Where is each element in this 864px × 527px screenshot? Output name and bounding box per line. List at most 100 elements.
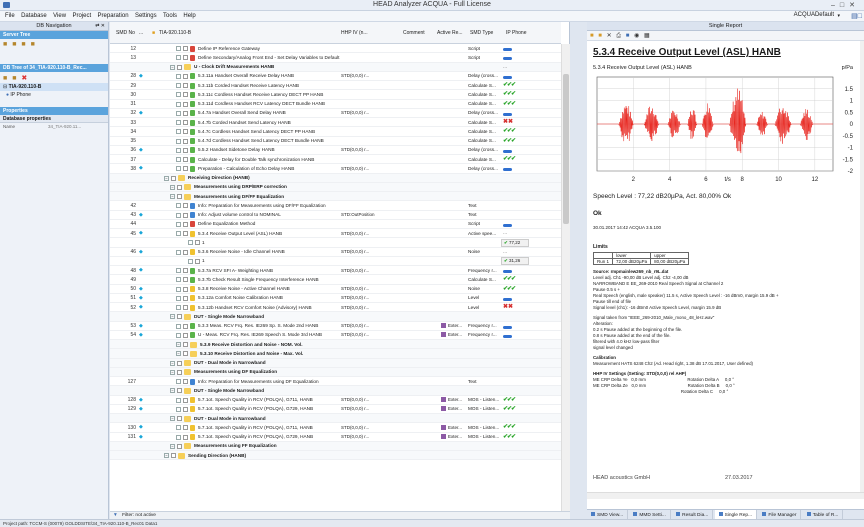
- table-row[interactable]: 12 Define IP Reference Gateway Script: [110, 44, 561, 54]
- table-row[interactable]: 52 ◆ 5.3.12b Handset RCV Comfort Noise (Ad…: [110, 303, 561, 313]
- chevron-down-icon[interactable]: ▾: [837, 13, 840, 19]
- row-checkbox[interactable]: [183, 434, 188, 440]
- row-name[interactable]: Info: Preparation for Measurements using…: [198, 203, 326, 208]
- profile-select[interactable]: ACQUADefault: [794, 12, 834, 18]
- row-name[interactable]: Calculate - Delay for Double Talk synchr…: [198, 157, 314, 162]
- expand-toggle-icon[interactable]: −: [176, 342, 181, 347]
- tree-child-node[interactable]: ● IP Phone: [0, 91, 108, 99]
- folder-icon[interactable]: ■: [3, 41, 7, 48]
- row-checkbox[interactable]: [183, 129, 188, 135]
- tab-file-manager[interactable]: File Manager: [758, 510, 802, 519]
- row-checkbox[interactable]: [195, 258, 200, 264]
- table-row[interactable]: 32 ◆ 5.4.7a Handset Overall Send Delay HAN…: [110, 109, 561, 118]
- table-row[interactable]: 129 ◆ 5.7.1ot. Speech Quality in RCV (POLQ…: [110, 405, 561, 414]
- table-row[interactable]: 34 5.4.7c Cordless Handset Send Latency D…: [110, 127, 561, 137]
- row-checkbox[interactable]: [177, 194, 182, 199]
- ip-phone-value[interactable]: ✔ 77,22: [501, 238, 529, 247]
- filter-icon[interactable]: ▼: [113, 513, 118, 518]
- row-checkbox[interactable]: [183, 221, 188, 227]
- expand-icon[interactable]: ⊟: [3, 84, 7, 90]
- row-checkbox[interactable]: [177, 184, 182, 190]
- row-checkbox[interactable]: [183, 342, 188, 347]
- row-name[interactable]: Receiving Direction (HANB): [188, 175, 250, 180]
- tab-table-of-results[interactable]: Table of R...: [803, 510, 844, 519]
- row-checkbox[interactable]: [177, 314, 182, 320]
- row-name[interactable]: 5.7.1ot. Speech Quality in RCV (POLQA), …: [198, 406, 313, 411]
- save-icon[interactable]: ■: [12, 75, 16, 82]
- menu-help[interactable]: Help: [178, 11, 195, 19]
- menu-database[interactable]: Database: [16, 11, 47, 19]
- row-checkbox[interactable]: [183, 212, 188, 218]
- row-checkbox[interactable]: [177, 64, 182, 70]
- row-checkbox[interactable]: [183, 425, 188, 431]
- table-row[interactable]: 43 ◆ Info: Adjust volume control to NOMINA…: [110, 211, 561, 220]
- row-name[interactable]: 5.3.7a RCV SFI A- Weighting HANB: [198, 268, 273, 273]
- col-smd-no[interactable]: SMD No: [116, 30, 135, 36]
- col-smd-type[interactable]: SMD Type: [470, 30, 493, 36]
- row-name[interactable]: 5.3.12b Handset RCV Comfort Noise (Advis…: [198, 305, 312, 310]
- database-icon[interactable]: ■: [12, 41, 16, 48]
- table-row[interactable]: 53 ◆ 5.3.3 Meas. RCV Frq. Res. IE269 Sp. S…: [110, 322, 561, 331]
- table-row[interactable]: 33 5.4.7b Corded Handset Send Latency HAN…: [110, 118, 561, 128]
- table-row[interactable]: 30 5.3.11c Cordless Handset Receive Laten…: [110, 90, 561, 100]
- menu-settings[interactable]: Settings: [130, 11, 157, 19]
- col-dots[interactable]: ...: [139, 30, 143, 36]
- grid-scrollbar-thumb[interactable]: [563, 74, 569, 224]
- close-report-icon[interactable]: ✕: [607, 33, 612, 39]
- save-report-icon[interactable]: ■: [598, 33, 602, 39]
- table-row[interactable]: 1 ✔ 77,22: [110, 238, 561, 248]
- row-checkbox[interactable]: [183, 305, 188, 310]
- row-checkbox[interactable]: [195, 240, 200, 246]
- row-checkbox[interactable]: [171, 175, 176, 181]
- db-tree-header[interactable]: DB Tree of 34_TIA-920.110-B_Rec...: [0, 64, 108, 72]
- table-row[interactable]: − DUT - Dual Mode in Narrowband: [110, 358, 561, 368]
- row-name[interactable]: 5.3.6 Receive Noise - Idle Channel HANB: [198, 249, 285, 254]
- row-name[interactable]: DUT - Single Mode Narrowband: [194, 388, 264, 393]
- row-name[interactable]: Sending Direction (HANB): [188, 453, 246, 458]
- row-checkbox[interactable]: [183, 332, 188, 338]
- table-row[interactable]: 46 ◆ 5.3.6 Receive Noise - Idle Channel HA…: [110, 248, 561, 257]
- row-checkbox[interactable]: [183, 110, 188, 116]
- expand-toggle-icon[interactable]: −: [170, 416, 175, 421]
- row-checkbox[interactable]: [183, 46, 188, 51]
- table-row[interactable]: 49 5.3.7b Check Result Single Frequency I…: [110, 275, 561, 285]
- row-name[interactable]: Define IP Reference Gateway: [198, 46, 260, 51]
- row-name[interactable]: Define Secondary/Analog Front End - Set …: [198, 55, 339, 60]
- table-row[interactable]: 29 5.3.11b Corded Handset Receive Latency…: [110, 81, 561, 91]
- binoculars-icon[interactable]: ◉: [634, 33, 639, 39]
- menu-file[interactable]: File: [0, 11, 15, 19]
- row-checkbox[interactable]: [183, 166, 188, 172]
- row-checkbox[interactable]: [183, 231, 188, 236]
- table-row[interactable]: − DUT - Dual Mode in Narrowband: [110, 414, 561, 424]
- row-checkbox[interactable]: [183, 92, 188, 98]
- table-row[interactable]: 44 Define Equalization Method Script: [110, 220, 561, 229]
- table-row[interactable]: 51 ◆ 5.3.12a Comfort Noise Calibration HAN…: [110, 294, 561, 303]
- expand-toggle-icon[interactable]: −: [170, 194, 175, 199]
- row-name[interactable]: 5.7.1ot. Speech Quality in RCV (POLQA), …: [198, 397, 313, 402]
- table-row[interactable]: − DUT - Single Mode Narrowband: [110, 386, 561, 396]
- row-checkbox[interactable]: [183, 120, 188, 125]
- table-row[interactable]: 38 ◆ Preparation - Calculation of Echo Del…: [110, 164, 561, 174]
- table-row[interactable]: 1 ✔ 31,26: [110, 257, 561, 266]
- table-row[interactable]: − Receiving Direction (HANB): [110, 173, 561, 183]
- table-row[interactable]: − Sending Direction (HANB): [110, 451, 561, 461]
- row-name[interactable]: 5.3.10 Receive Distortion and Noise - Ma…: [200, 351, 303, 356]
- server-tree-header[interactable]: Server Tree: [0, 31, 108, 39]
- table-row[interactable]: − U - Clock Drift Measurements HANB...: [110, 62, 561, 72]
- row-name[interactable]: 1: [202, 258, 205, 263]
- row-checkbox[interactable]: [177, 360, 182, 366]
- table-row[interactable]: − 5.3.9 Receive Distortion and Noise - NO…: [110, 340, 561, 350]
- row-name[interactable]: U - Clock Drift Measurements HANB: [194, 64, 274, 69]
- row-name[interactable]: DUT - Dual Mode in Narrowband: [194, 416, 266, 421]
- row-name[interactable]: 5.3.12a Comfort Noise Calibration HANB: [198, 295, 283, 300]
- table-row[interactable]: 131 ◆ 5.7.1ot. Speech Quality in RCV (POLQ…: [110, 433, 561, 442]
- row-name[interactable]: 5.3.3 Meas. RCV Frq. Res. IE269 Sp. S. M…: [198, 323, 318, 328]
- properties-header[interactable]: Properties: [0, 107, 108, 115]
- table-row[interactable]: 37 Calculate - Delay for Double Talk sync…: [110, 155, 561, 165]
- expand-toggle-icon[interactable]: −: [170, 360, 175, 366]
- row-name[interactable]: 5.3.8 Receive Noise - Active Channel HAN…: [198, 286, 290, 291]
- pin-icon[interactable]: ⇄ ✕: [95, 23, 105, 29]
- col-project[interactable]: TIA-920.110-B: [159, 30, 191, 36]
- row-name[interactable]: Measurements using DRP/ERP correction: [194, 184, 287, 189]
- table-row[interactable]: − Measurements using DF/FF Equalization: [110, 192, 561, 202]
